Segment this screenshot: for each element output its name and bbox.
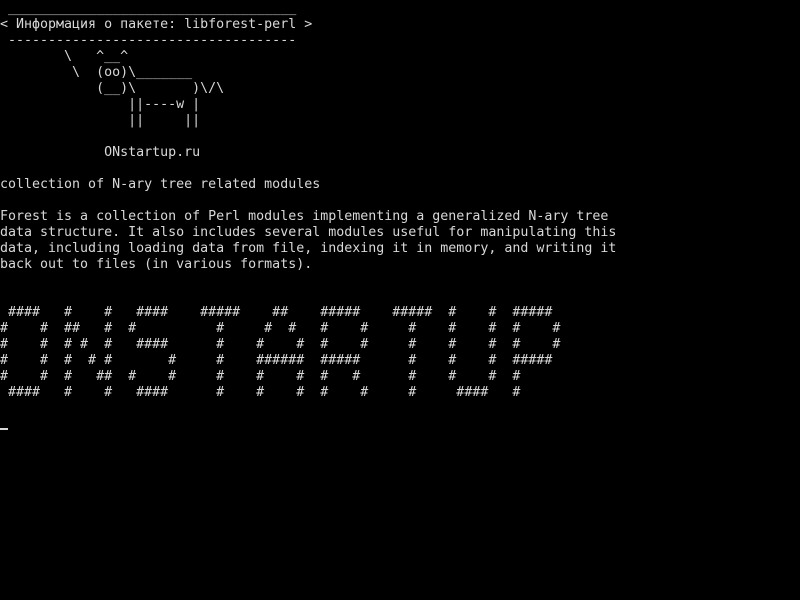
terminal-screen: ____________________________________ < И… [0, 0, 800, 600]
site-name: ONstartup.ru [0, 145, 201, 160]
cow-ascii-art: \ ^__^ \ (oo)\_______ (__)\ )\/\ ||----w… [64, 49, 225, 128]
bubble-bottom-border: ------------------------------------ [0, 33, 297, 48]
bubble-top-border: ____________________________________ [0, 1, 297, 16]
package-description: Forest is a collection of Perl modules i… [0, 209, 617, 272]
bubble-message: < Информация о пакете: libforest-perl > [0, 17, 313, 32]
package-summary: collection of N-ary tree related modules [0, 177, 321, 192]
cowsay-speech-bubble: ____________________________________ < И… [0, 1, 312, 49]
terminal-cursor[interactable] [0, 428, 8, 430]
ascii-banner: #### # # #### ##### ## ##### ##### # # #… [0, 305, 561, 400]
